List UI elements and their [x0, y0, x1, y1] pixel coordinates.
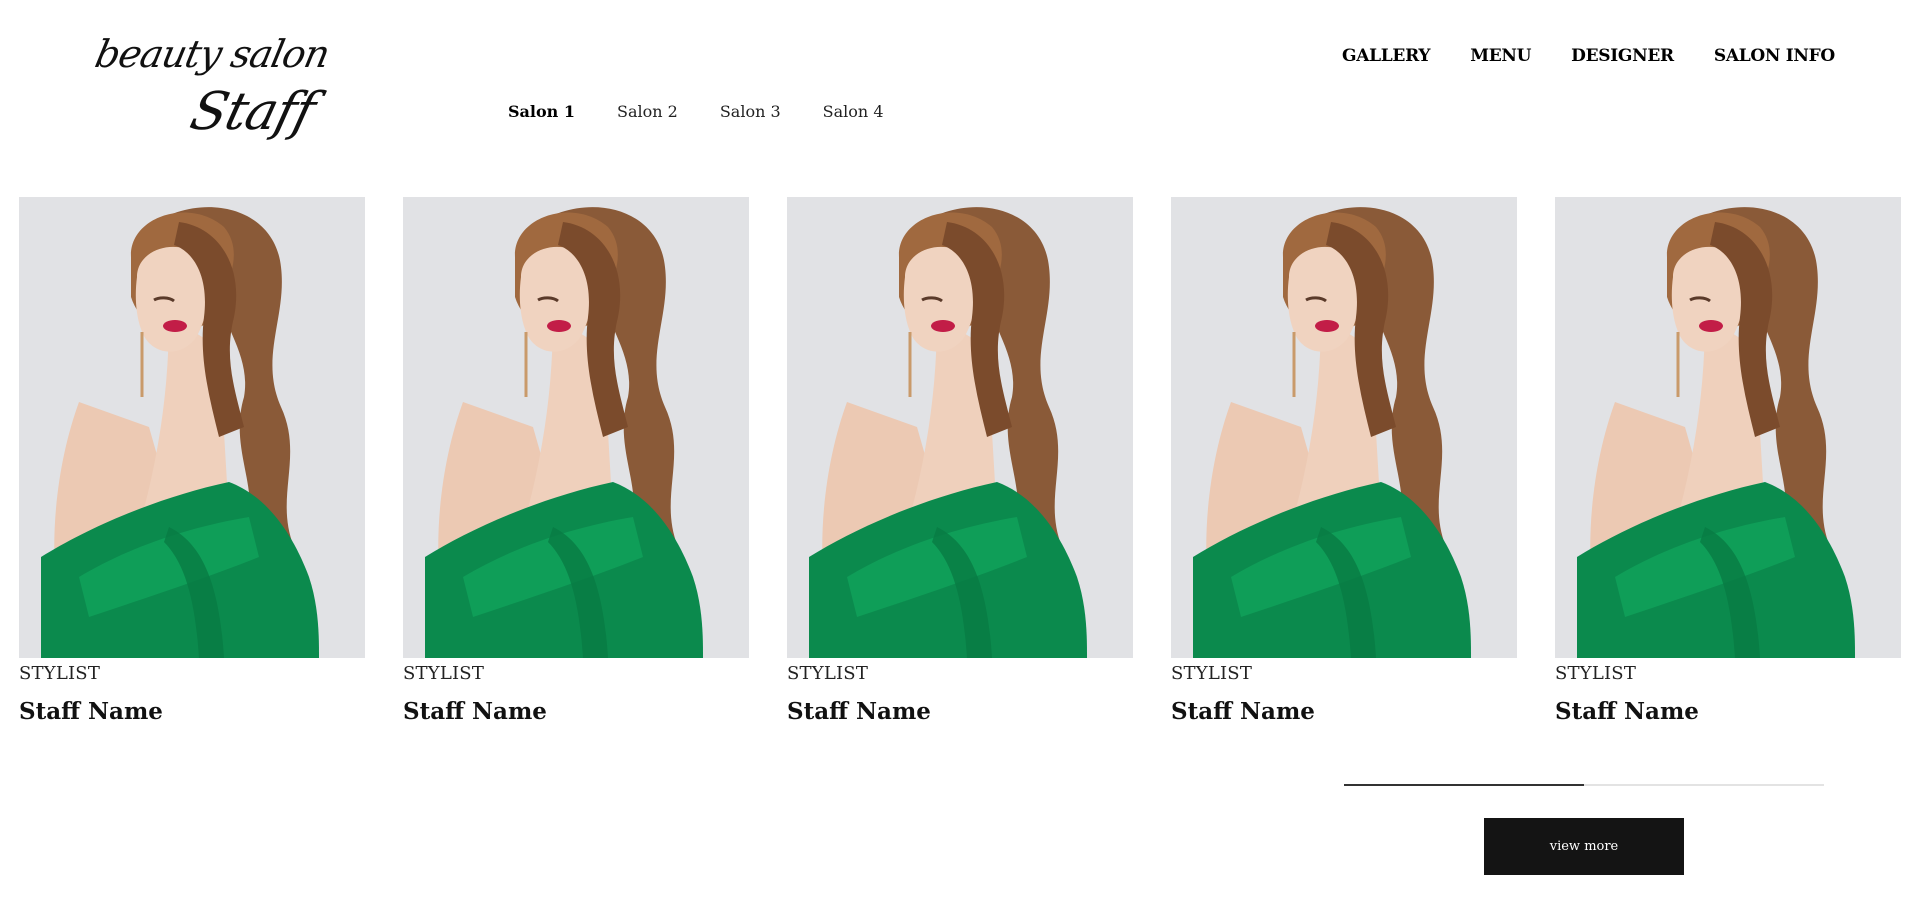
- nav-item-menu[interactable]: MENU: [1470, 46, 1531, 66]
- staff-name[interactable]: Staff Name: [1171, 698, 1517, 725]
- staff-photo[interactable]: [1171, 197, 1517, 658]
- logo-text-beauty-salon: beauty salon: [91, 32, 334, 76]
- staff-name[interactable]: Staff Name: [403, 698, 749, 725]
- staff-photo[interactable]: [19, 197, 365, 658]
- staff-photo[interactable]: [787, 197, 1133, 658]
- staff-card[interactable]: STYLIST Staff Name: [19, 197, 365, 725]
- staff-role: STYLIST: [787, 663, 869, 684]
- nav-item-designer[interactable]: DESIGNER: [1571, 46, 1674, 66]
- site-logo[interactable]: beauty salon Staff: [91, 30, 333, 142]
- carousel-progress-bar[interactable]: [1344, 784, 1824, 786]
- staff-card[interactable]: STYLIST Staff Name: [1555, 197, 1901, 725]
- tab-salon-3[interactable]: Salon 3: [720, 102, 781, 121]
- staff-photo[interactable]: [1555, 197, 1901, 658]
- staff-card[interactable]: STYLIST Staff Name: [787, 197, 1133, 725]
- tab-salon-1[interactable]: Salon 1: [508, 102, 575, 121]
- staff-name[interactable]: Staff Name: [787, 698, 1133, 725]
- tab-salon-2[interactable]: Salon 2: [617, 102, 678, 121]
- staff-role: STYLIST: [19, 663, 101, 684]
- staff-card[interactable]: STYLIST Staff Name: [1171, 197, 1517, 725]
- staff-photo[interactable]: [403, 197, 749, 658]
- logo-text-staff: Staff: [184, 82, 321, 142]
- tab-salon-4[interactable]: Salon 4: [823, 102, 884, 121]
- staff-name[interactable]: Staff Name: [19, 698, 365, 725]
- staff-role: STYLIST: [1171, 663, 1253, 684]
- staff-name[interactable]: Staff Name: [1555, 698, 1901, 725]
- carousel-progress-fill: [1344, 784, 1584, 786]
- staff-role: STYLIST: [403, 663, 485, 684]
- main-nav: GALLERY MENU DESIGNER SALON INFO: [1342, 46, 1835, 66]
- view-more-button[interactable]: view more: [1484, 818, 1684, 875]
- staff-role: STYLIST: [1555, 663, 1637, 684]
- nav-item-salon-info[interactable]: SALON INFO: [1714, 46, 1835, 66]
- nav-item-gallery[interactable]: GALLERY: [1342, 46, 1431, 66]
- staff-card[interactable]: STYLIST Staff Name: [403, 197, 749, 725]
- salon-tabs: Salon 1 Salon 2 Salon 3 Salon 4: [508, 102, 926, 121]
